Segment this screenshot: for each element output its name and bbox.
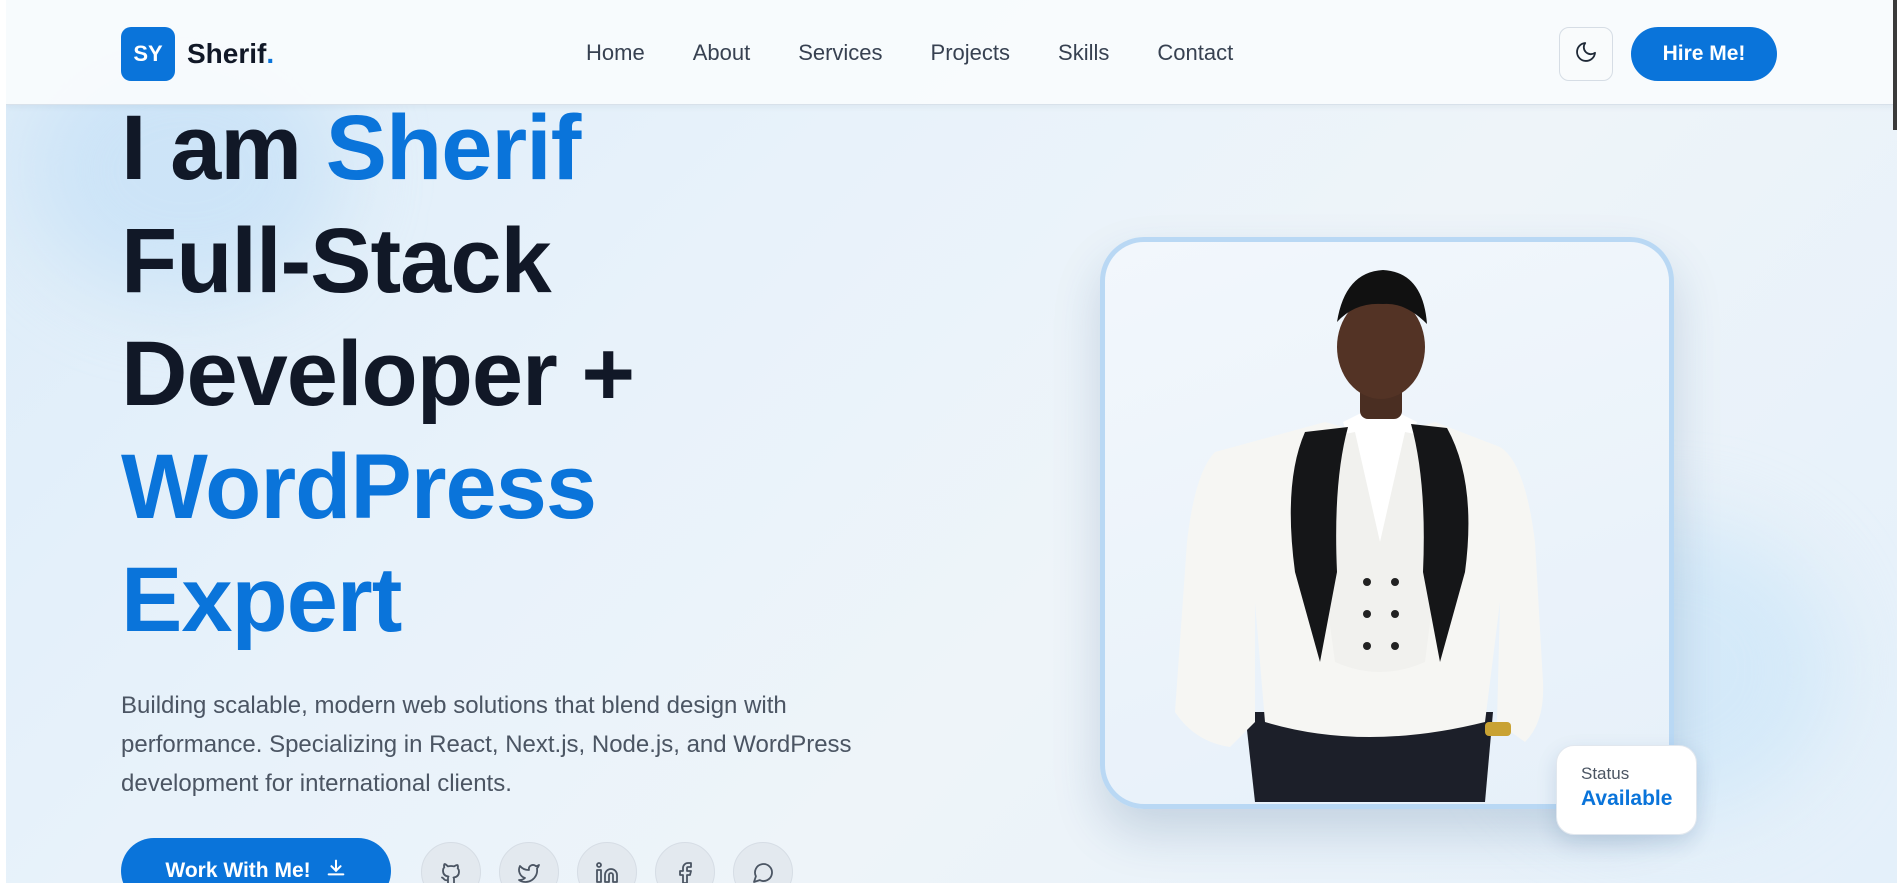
status-card: Status Available bbox=[1556, 745, 1697, 835]
nav-home[interactable]: Home bbox=[586, 38, 645, 68]
hero-title-line: WordPress bbox=[121, 436, 597, 538]
nav-skills[interactable]: Skills bbox=[1058, 38, 1109, 68]
profile-photo bbox=[1175, 270, 1544, 802]
logo-dot: . bbox=[266, 38, 275, 69]
hero-title-name: Sherif bbox=[325, 97, 582, 199]
download-icon bbox=[325, 857, 347, 883]
hero-description: Building scalable, modern web solutions … bbox=[121, 692, 852, 797]
scrollbar[interactable] bbox=[1893, 0, 1897, 130]
cta-label: Work With Me! bbox=[165, 859, 311, 882]
github-icon[interactable] bbox=[421, 842, 481, 883]
profile-photo-card bbox=[1100, 237, 1674, 809]
page-frame: I am Sherif Full-Stack Developer + WordP… bbox=[6, 0, 1897, 883]
status-value: Available bbox=[1581, 787, 1673, 810]
status-label: Status bbox=[1581, 764, 1630, 783]
site-logo[interactable]: SY Sherif. bbox=[121, 27, 274, 81]
main-nav: Home About Services Projects Skills Cont… bbox=[586, 38, 1281, 68]
theme-toggle-button[interactable] bbox=[1559, 27, 1613, 81]
logo-text: Sherif. bbox=[187, 38, 274, 70]
hero-title: I am Sherif Full-Stack Developer + WordP… bbox=[121, 92, 635, 657]
logo-name: Sherif bbox=[187, 38, 267, 69]
moon-icon bbox=[1574, 40, 1598, 69]
nav-about[interactable]: About bbox=[693, 38, 751, 68]
nav-contact[interactable]: Contact bbox=[1157, 38, 1233, 68]
hero-title-prefix: I am bbox=[121, 97, 326, 199]
logo-badge: SY bbox=[121, 27, 175, 81]
chat-icon[interactable] bbox=[733, 842, 793, 883]
hero-title-line: Developer + bbox=[121, 323, 635, 425]
facebook-icon[interactable] bbox=[655, 842, 715, 883]
hire-me-button[interactable]: Hire Me! bbox=[1631, 27, 1777, 81]
social-links bbox=[421, 842, 793, 883]
site-header: SY Sherif. Home About Services Projects … bbox=[6, 0, 1897, 105]
nav-projects[interactable]: Projects bbox=[931, 38, 1010, 68]
linkedin-icon[interactable] bbox=[577, 842, 637, 883]
hero-title-line: Expert bbox=[121, 549, 402, 651]
hero-title-line: Full-Stack bbox=[121, 210, 552, 312]
work-with-me-button[interactable]: Work With Me! bbox=[121, 838, 391, 883]
nav-services[interactable]: Services bbox=[798, 38, 882, 68]
twitter-icon[interactable] bbox=[499, 842, 559, 883]
